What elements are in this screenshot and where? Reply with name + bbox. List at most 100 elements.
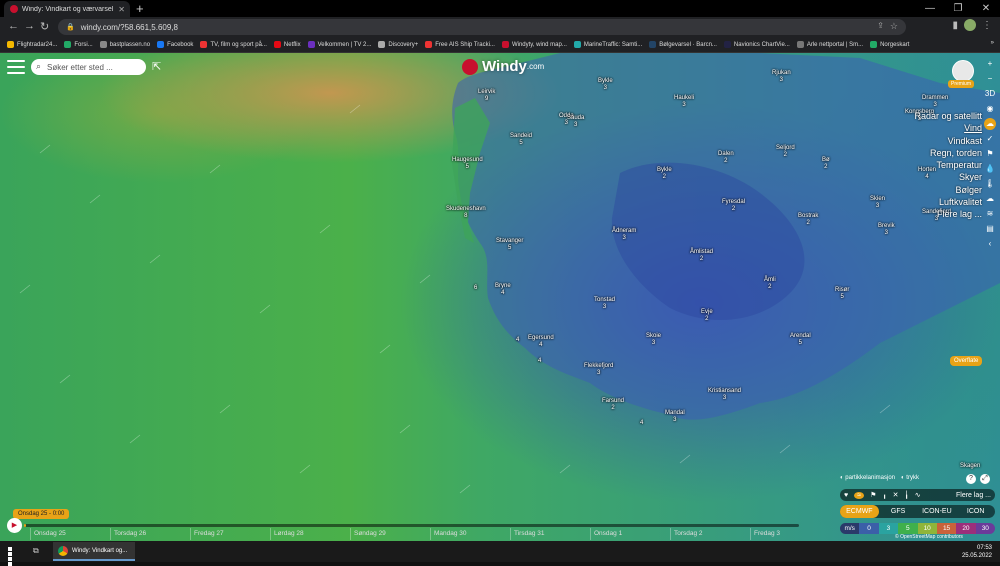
bookmark-item[interactable]: Norgeskart [870,41,909,48]
timeline-day[interactable]: Tirsdag 31 [510,528,590,540]
bookmark-item[interactable]: Navionics ChartVie... [723,41,790,48]
wind-speed-legend[interactable]: m/s 0 3 5 10 15 20 30 [840,523,995,534]
bookmark-item[interactable]: Discovery+ [378,41,418,48]
sidebar-icon[interactable]: ▮ [952,20,958,31]
timeline-day[interactable]: Fredag 27 [190,528,270,540]
3d-button[interactable]: 3D [984,88,996,100]
wave-icon[interactable]: ∿ [915,491,921,499]
profile-avatar[interactable] [964,19,976,31]
map-label-city: Stavanger 5 [496,238,524,251]
layer-item-waves[interactable]: Bølger [914,184,982,196]
maximize-button[interactable]: ❐ [944,0,972,17]
gust-icon[interactable]: ✓ [984,133,996,145]
fullscreen-icon[interactable]: ⤢ [980,474,990,484]
bookmark-item[interactable]: Free AIS Ship Tracki... [425,41,495,48]
more-layers-button[interactable]: Flere lag ... [956,492,991,499]
task-view-icon[interactable]: ⧉ [33,546,39,556]
bookmark-item[interactable]: bastplassen.no [99,41,150,48]
bookmark-favicon-icon [796,41,804,48]
temperature-icon[interactable]: ╽ [905,491,909,499]
wind-layer-icon[interactable]: ≈ [854,491,865,499]
rain-icon[interactable]: 💧 [984,163,996,175]
bookmark-item[interactable]: Flightradar24... [7,41,57,48]
timeline-day[interactable]: Onsdag 1 [590,528,670,540]
forward-icon[interactable]: → [24,20,35,32]
timeline-day[interactable]: Mandag 30 [430,528,510,540]
layer-item-more[interactable]: Flere lag ... [914,208,982,220]
back-icon[interactable]: ← [8,20,19,32]
wind-map[interactable]: Bykle 3 Rjukan 3 Haukeli 3 Leirvik 9 Odda 3 S… [0,53,1000,541]
radar-icon[interactable]: ◉ [984,103,996,115]
map-label-city: Bø 2 [822,157,830,170]
waves-icon[interactable]: ≋ [984,208,996,220]
zoom-in-button[interactable]: + [984,58,996,70]
timeline-day[interactable]: Onsdag 25 [30,528,110,540]
bookmark-item[interactable]: Netflix [273,41,301,48]
user-avatar[interactable] [952,60,974,82]
reload-icon[interactable]: ↻ [40,20,49,33]
windows-start-icon[interactable] [8,547,17,566]
flag-icon[interactable]: ⚑ [984,148,996,160]
share-page-icon[interactable]: ⇪ [877,21,884,30]
bookmark-item[interactable]: Bølgevarsel · Barcn... [649,41,717,48]
other-bookmarks-button[interactable]: » [991,40,994,46]
layer-item-wind[interactable]: Vind [914,122,982,134]
model-icon-eu[interactable]: ICON-EU [918,508,957,515]
timeline-day[interactable]: Fredag 3 [750,528,830,540]
system-clock[interactable]: 07:53 25.05.2022 [962,544,992,560]
bookmark-item[interactable]: Facebook [157,41,193,48]
attribution[interactable]: © OpenStreetMap contributors [895,534,963,540]
layer-item-clouds[interactable]: Skyer [914,171,982,183]
layer-item-air-quality[interactable]: Luftkvalitet [914,196,982,208]
bookmark-item[interactable]: Arle nettportal | Sm... [796,41,863,48]
bookmark-item[interactable]: TV, film og sport på... [200,41,267,48]
layer-item-rain[interactable]: Regn, torden [914,147,982,159]
bookmark-item[interactable]: Windyty, wind map... [501,41,567,48]
map-label-city: Brevik 3 [878,223,895,236]
layer-item-gust[interactable]: Vindkast [914,135,982,147]
taskbar-chrome-app[interactable]: Windy: Vindkart og... [53,542,135,561]
temperature-icon[interactable]: 🌡 [984,178,996,190]
model-ecmwf[interactable]: ECMWF [840,505,879,518]
timeline-day[interactable]: Søndag 29 [350,528,430,540]
close-icon[interactable]: ✕ [893,491,899,499]
help-icon[interactable]: ? [966,474,976,484]
timeline-day[interactable]: Lørdag 28 [270,528,350,540]
pressure-toggle[interactable]: ◐ trykk [901,475,919,481]
kebab-menu-icon[interactable]: ⋮ [982,20,992,31]
surface-level-button[interactable]: Overflate [950,356,983,366]
minimize-button[interactable]: — [916,0,944,17]
timeline-track[interactable] [24,524,799,527]
layer-item-radar[interactable]: Radar og satellitt [914,110,982,122]
particle-animation-toggle[interactable]: ◐ partikkelanimasjon [840,475,895,481]
bookmark-item[interactable]: Velkommen | TV 2... [307,41,371,48]
bookmark-item[interactable]: MarineTraffic: Samti... [573,41,642,48]
model-gfs[interactable]: GFS [879,508,918,515]
share-icon[interactable]: ⇱ [152,60,161,73]
premium-badge[interactable]: Premium [948,80,975,88]
map-label-city: Rjukan 3 [772,70,791,83]
flag-icon[interactable]: ⚑ [870,491,876,499]
search-input[interactable]: ⌕ Søker etter sted ... [31,59,146,75]
hamburger-menu-icon[interactable] [7,60,25,75]
cloud-icon[interactable]: ☁ [984,193,996,205]
bookmark-star-icon[interactable]: ☆ [890,21,898,32]
browser-tab[interactable]: Windy: Vindkart og værvarsel ✕ [4,1,130,17]
zoom-out-button[interactable]: − [984,73,996,85]
play-button[interactable]: ▶ [7,518,22,533]
model-icon[interactable]: ICON [956,508,995,515]
collapse-icon[interactable]: ‹ [984,238,996,250]
address-bar[interactable]: 🔒 windy.com/?58.661,5.609,8 ⇪ ☆ [58,19,906,35]
layer-item-temperature[interactable]: Temperatur [914,159,982,171]
wind-icon[interactable]: ☁ [984,118,996,130]
timeline-day[interactable]: Torsdag 2 [670,528,750,540]
heart-icon[interactable]: ♥ [844,492,848,499]
close-window-button[interactable]: ✕ [972,0,1000,17]
windy-logo[interactable]: Windy .com [462,58,544,75]
rain-drop-icon[interactable]: ╻ [882,491,886,499]
new-tab-button[interactable]: + [136,1,144,16]
timeline-day[interactable]: Torsdag 26 [110,528,190,540]
close-tab-icon[interactable]: ✕ [118,5,125,14]
air-quality-icon[interactable]: ▤ [984,223,996,235]
bookmark-item[interactable]: Forsi... [64,41,93,48]
